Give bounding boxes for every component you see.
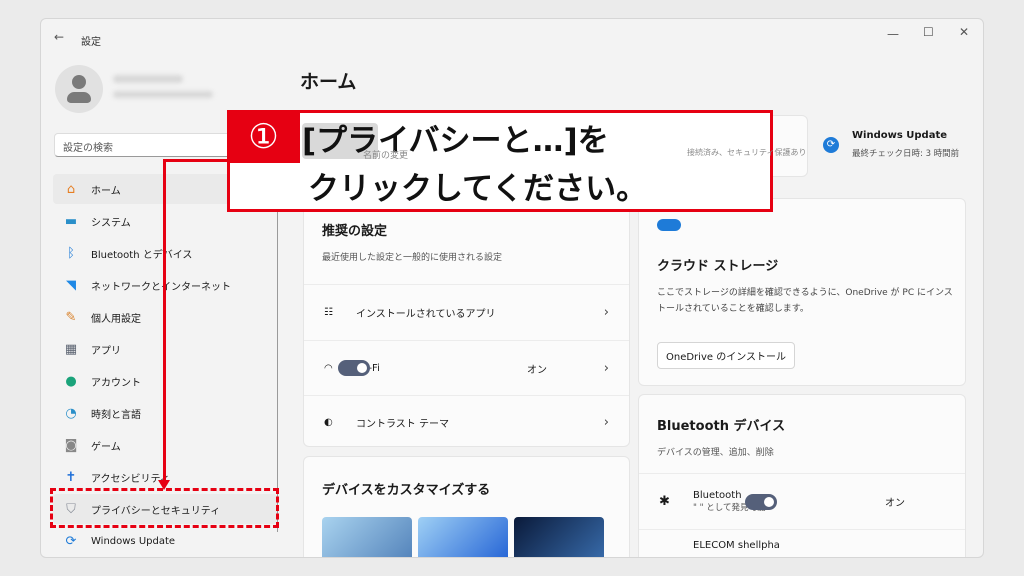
update-status: 最終チェック日時: 3 時間前 xyxy=(852,149,960,159)
callout-line-2: クリックしてください。 xyxy=(308,171,648,207)
accessibility-icon: ✝ xyxy=(65,469,77,485)
dark-thumbnail[interactable] xyxy=(514,517,604,557)
page-title: ホーム xyxy=(300,71,357,93)
network-status: 接続済み、セキュリティ保護あり xyxy=(687,148,807,157)
apps-icon: ▦ xyxy=(64,341,78,357)
cloud-description: ここでストレージの詳細を確認できるように、OneDrive が PC にインスト… xyxy=(657,288,953,314)
sidebar-item-label: 時刻と言語 xyxy=(91,409,141,421)
back-icon[interactable]: ← xyxy=(54,30,64,44)
cloud-storage-card: クラウド ストレージ ここでストレージの詳細を確認できるように、OneDrive… xyxy=(638,198,966,386)
brush-icon: ✎ xyxy=(65,309,77,325)
installed-apps-row[interactable]: ☷ インストールされているアプリ › xyxy=(304,284,629,340)
device-row[interactable]: ELECOM shellpha xyxy=(639,529,965,557)
update-icon: ⟳ xyxy=(65,533,77,549)
sidebar-item-label: アカウント xyxy=(91,377,141,389)
chevron-right-icon: › xyxy=(603,360,609,376)
theme-thumbnail[interactable] xyxy=(418,517,508,557)
minimize-button[interactable]: — xyxy=(887,27,899,41)
user-email-redacted xyxy=(113,91,213,98)
sidebar-item-label: ホーム xyxy=(91,185,121,197)
highlight-privacy-item xyxy=(50,488,279,528)
sidebar-item-label: システム xyxy=(91,217,131,229)
customize-title: デバイスをカスタマイズする xyxy=(322,483,491,498)
wifi-row[interactable]: ◠Wi-Fi オン › xyxy=(304,340,629,395)
recommended-subtitle: 最近使用した設定と一般的に使用される設定 xyxy=(322,253,503,263)
instruction-callout: [プライバシーと…]を クリックしてください。 xyxy=(227,110,773,212)
background-thumbnail[interactable] xyxy=(322,517,412,557)
window-title: 設定 xyxy=(81,37,101,48)
sidebar-item-label: ネットワークとインターネット xyxy=(91,281,231,293)
bluetooth-title: Bluetooth デバイス xyxy=(657,419,786,434)
home-icon: ⌂ xyxy=(66,181,76,197)
step-number-badge: ① xyxy=(227,110,300,163)
gamepad-icon: ◙ xyxy=(64,437,78,453)
contrast-icon: ◐ xyxy=(324,416,333,428)
search-input[interactable]: 設定の検索 xyxy=(54,133,244,157)
contrast-theme-row[interactable]: ◐ コントラスト テーマ › xyxy=(304,395,629,448)
cloud-icon xyxy=(657,219,681,231)
settings-window: ← 設定 — ☐ ✕ 設定の検索 ⌂ ホーム ▬ システム ᛒ Bluetooth とデバ… xyxy=(40,18,984,558)
wifi-icon: ◥ xyxy=(66,277,76,293)
arrow-line-horizontal xyxy=(163,159,227,162)
maximize-button[interactable]: ☐ xyxy=(923,25,934,39)
wifi-toggle-label: オン xyxy=(527,364,547,376)
bluetooth-card: Bluetooth デバイス デバイスの管理、追加、削除 ✱ Bluetooth… xyxy=(638,394,966,557)
bluetooth-toggle[interactable] xyxy=(745,493,778,510)
install-onedrive-button[interactable]: OneDrive のインストール xyxy=(657,342,796,369)
bluetooth-row[interactable]: ✱ Bluetooth " " として発見可能 オン xyxy=(639,473,965,529)
update-icon: ⟳ xyxy=(823,137,839,153)
bluetooth-icon: ᛒ xyxy=(67,245,75,261)
rename-link[interactable]: 名前の変更 xyxy=(363,151,408,162)
update-title[interactable]: Windows Update xyxy=(852,130,947,141)
sidebar-item-label: ゲーム xyxy=(91,441,121,453)
wifi-toggle[interactable] xyxy=(337,360,370,376)
chevron-right-icon: › xyxy=(603,305,609,320)
sidebar-item-11[interactable]: ⟳ Windows Update xyxy=(53,526,277,556)
customize-card: デバイスをカスタマイズする xyxy=(303,456,630,557)
chevron-right-icon: › xyxy=(603,414,609,430)
recommended-card: 推奨の設定 最近使用した設定と一般的に使用される設定 ☷ インストールされているア… xyxy=(303,199,630,447)
user-name-redacted xyxy=(113,75,183,83)
sidebar-item-label: アプリ xyxy=(91,345,121,357)
cloud-title: クラウド ストレージ xyxy=(657,259,779,274)
close-button[interactable]: ✕ xyxy=(959,25,969,39)
sidebar-item-label: Windows Update xyxy=(91,535,176,547)
sidebar-item-label: 個人用設定 xyxy=(91,313,141,325)
sidebar-scrollbar[interactable] xyxy=(277,187,278,532)
arrow-line-vertical xyxy=(163,159,166,483)
avatar[interactable] xyxy=(55,65,103,113)
account-icon: ● xyxy=(65,373,77,389)
bluetooth-toggle-label: オン xyxy=(885,498,905,509)
recommended-title: 推奨の設定 xyxy=(322,224,388,239)
bluetooth-icon: ✱ xyxy=(659,494,670,509)
list-icon: ☷ xyxy=(324,307,333,318)
callout-line-1: [プライバシーと…]を xyxy=(302,123,609,159)
sidebar-item-label: Bluetooth とデバイス xyxy=(91,249,193,261)
bluetooth-subtitle: デバイスの管理、追加、削除 xyxy=(657,448,774,458)
monitor-icon: ▬ xyxy=(64,213,78,229)
clock-globe-icon: ◔ xyxy=(65,405,77,421)
